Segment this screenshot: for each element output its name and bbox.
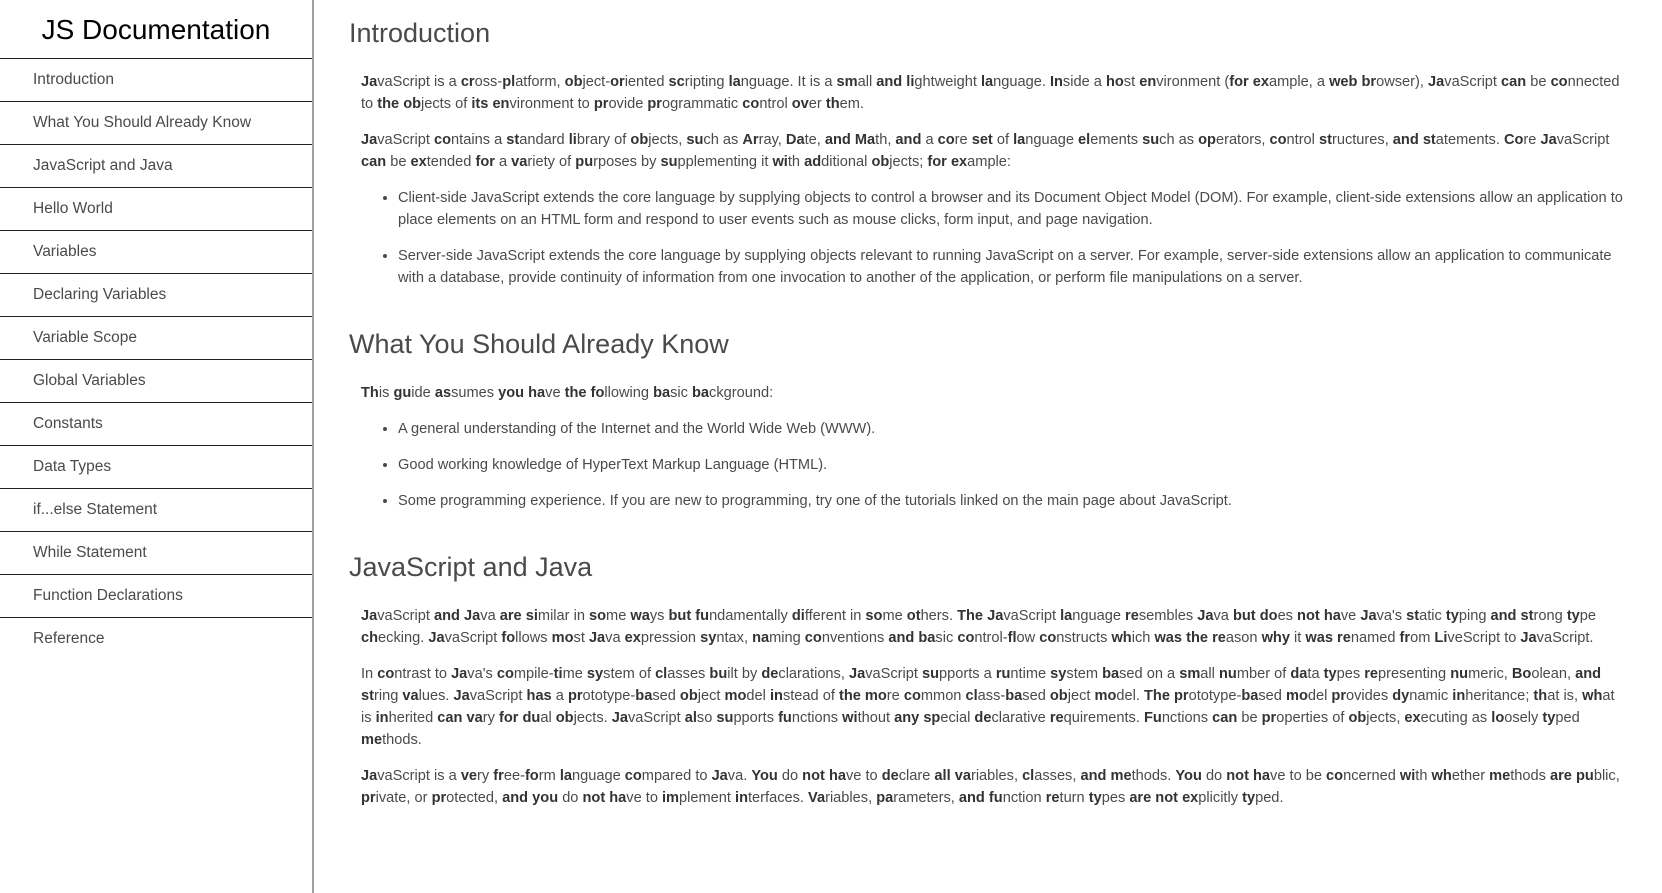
paragraph: This guide assumes you have the followin… (361, 385, 774, 401)
section-introduction: Introduction JavaScript is a cross-platfo… (349, 18, 1629, 289)
nav-link-hello-world[interactable]: Hello World (0, 187, 312, 230)
bullet-list: A general understanding of the Internet … (361, 418, 1629, 512)
nav-link-if-else-statement[interactable]: if...else Statement (0, 488, 312, 531)
section-what-you-should-already-know: What You Should Already Know This guide a… (349, 329, 1629, 512)
paragraph: JavaScript contains a standard library o… (361, 132, 1610, 170)
nav-link-variable-scope[interactable]: Variable Scope (0, 316, 312, 359)
list-item: Some programming experience. If you are … (398, 490, 1629, 512)
list-item: A general understanding of the Internet … (398, 418, 1629, 440)
nav-link-introduction[interactable]: Introduction (0, 58, 312, 101)
section-javascript-and-java: JavaScript and Java JavaScript and Java a… (349, 552, 1629, 809)
nav-link-declaring-variables[interactable]: Declaring Variables (0, 273, 312, 316)
list-item: Client-side JavaScript extends the core … (398, 187, 1629, 231)
nav-link-variables[interactable]: Variables (0, 230, 312, 273)
section-heading: What You Should Already Know (349, 329, 729, 359)
list-item: Server-side JavaScript extends the core … (398, 245, 1629, 289)
nav-link-javascript-and-java[interactable]: JavaScript and Java (0, 144, 312, 187)
nav-link-while-statement[interactable]: While Statement (0, 531, 312, 574)
main-content: Introduction JavaScript is a cross-platfo… (349, 0, 1629, 849)
navbar: JS Documentation Introduction What You Sh… (0, 0, 314, 893)
paragraph: JavaScript is a very free-form language … (361, 768, 1620, 806)
nav-link-global-variables[interactable]: Global Variables (0, 359, 312, 402)
paragraph: JavaScript and Java are similar in some … (361, 608, 1597, 646)
paragraph: JavaScript is a cross-platform, object-o… (361, 74, 1620, 112)
nav-link-reference[interactable]: Reference (0, 617, 312, 660)
nav-link-what-you-should-already-know[interactable]: What You Should Already Know (0, 101, 312, 144)
section-heading: JavaScript and Java (349, 552, 593, 582)
paragraph: In contrast to Java's compile-time syste… (361, 666, 1615, 748)
bullet-list: Client-side JavaScript extends the core … (361, 187, 1629, 289)
nav-link-constants[interactable]: Constants (0, 402, 312, 445)
list-item: Good working knowledge of HyperText Mark… (398, 454, 1629, 476)
section-heading: Introduction (349, 18, 491, 48)
nav-link-function-declarations[interactable]: Function Declarations (0, 574, 312, 617)
nav-link-data-types[interactable]: Data Types (0, 445, 312, 488)
nav-title: JS Documentation (41, 14, 271, 45)
